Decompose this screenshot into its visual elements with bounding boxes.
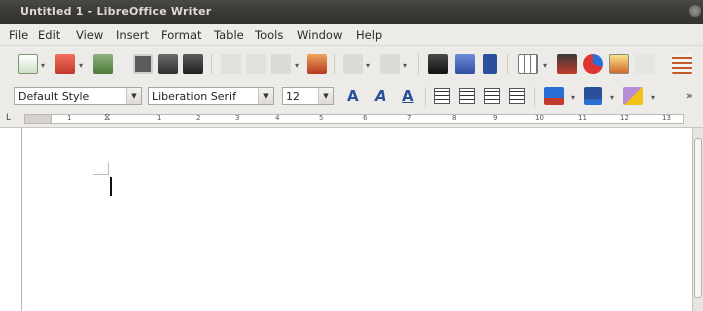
title-bar: Untitled 1 - LibreOffice Writer: [0, 0, 703, 24]
ruler-number: 13: [662, 114, 671, 122]
toolbar-separator: [418, 54, 419, 74]
ruler-number: 9: [493, 114, 498, 122]
chevron-down-icon[interactable]: ▼: [126, 88, 141, 104]
menu-tools[interactable]: Tools: [255, 28, 283, 42]
chevron-down-icon[interactable]: ▾: [543, 61, 547, 70]
print-preview-icon[interactable]: [183, 54, 203, 74]
spellcheck-icon[interactable]: [455, 54, 475, 74]
chevron-down-icon[interactable]: ▾: [79, 61, 83, 70]
document-area: [0, 128, 703, 311]
window-control-icon[interactable]: [689, 5, 701, 17]
text-boundary-corner: [108, 162, 109, 175]
ruler-number: 12: [620, 114, 629, 122]
ruler-left-margin: [24, 114, 52, 124]
navigator-icon[interactable]: [672, 54, 692, 74]
toolbar-separator: [534, 87, 535, 107]
chevron-down-icon[interactable]: ▼: [258, 88, 273, 104]
ruler-number: 2: [196, 114, 201, 122]
chevron-down-icon[interactable]: ▾: [651, 93, 655, 102]
save-icon[interactable]: [93, 54, 113, 74]
find-replace-icon[interactable]: [428, 54, 448, 74]
chevron-down-icon[interactable]: ▾: [610, 93, 614, 102]
open-folder-icon[interactable]: [55, 54, 75, 74]
text-boundary-corner: [93, 174, 109, 175]
align-left-button[interactable]: [434, 88, 450, 104]
chevron-down-icon[interactable]: ▾: [41, 61, 45, 70]
chevron-down-icon[interactable]: ▾: [571, 93, 575, 102]
justify-button[interactable]: [509, 88, 525, 104]
align-center-button[interactable]: [459, 88, 475, 104]
menu-view[interactable]: View: [76, 28, 103, 42]
ruler-number: 8: [452, 114, 457, 122]
menu-help[interactable]: Help: [356, 28, 382, 42]
ruler-number: 5: [319, 114, 324, 122]
font-size-select[interactable]: 12 ▼: [282, 87, 334, 105]
formatting-toolbar: Default Style ▼ Liberation Serif ▼ 12 ▼ …: [0, 82, 703, 110]
undo-icon[interactable]: [343, 54, 363, 74]
underline-button[interactable]: A: [402, 87, 414, 105]
horizontal-ruler[interactable]: L ⧖ 1 1 2 3 4 5 6 7 8 9 10 11 12 13: [0, 110, 703, 128]
font-name-select[interactable]: Liberation Serif ▼: [148, 87, 274, 105]
toolbar-separator: [507, 54, 508, 74]
window-title: Untitled 1 - LibreOffice Writer: [20, 5, 212, 18]
document-page[interactable]: [22, 128, 692, 311]
vertical-scrollbar[interactable]: [692, 128, 703, 311]
align-right-button[interactable]: [484, 88, 500, 104]
chevron-down-icon[interactable]: ▾: [366, 61, 370, 70]
ruler-number: 1: [157, 114, 162, 122]
standard-toolbar: ▾ ▾ ▾ ▾ ▾ ▾: [0, 46, 703, 82]
font-name-value: Liberation Serif: [152, 90, 236, 103]
menu-bar: File Edit View Insert Format Table Tools…: [0, 24, 703, 46]
menu-insert[interactable]: Insert: [116, 28, 149, 42]
draw-functions-icon[interactable]: [609, 54, 629, 74]
formatting-marks-icon[interactable]: [483, 54, 497, 74]
copy-icon[interactable]: [246, 54, 266, 74]
ruler-number: 11: [578, 114, 587, 122]
italic-button[interactable]: A: [375, 87, 387, 105]
paragraph-style-select[interactable]: Default Style ▼: [14, 87, 142, 105]
highlighting-icon[interactable]: [584, 87, 602, 105]
paste-icon[interactable]: [271, 54, 291, 74]
toolbar-separator: [425, 87, 426, 107]
insert-chart-icon[interactable]: [583, 54, 603, 74]
menu-table[interactable]: Table: [214, 28, 244, 42]
menu-file[interactable]: File: [9, 28, 28, 42]
clone-formatting-icon[interactable]: [307, 54, 327, 74]
menu-edit[interactable]: Edit: [38, 28, 60, 42]
text-cursor: [110, 177, 112, 196]
new-document-icon[interactable]: [18, 54, 38, 74]
toolbar-overflow-button[interactable]: »: [686, 89, 693, 102]
export-pdf-icon[interactable]: [133, 54, 153, 74]
insert-image-icon[interactable]: [557, 54, 577, 74]
toolbar-separator: [334, 54, 335, 74]
chevron-down-icon[interactable]: ▼: [318, 88, 333, 104]
cut-icon[interactable]: [221, 54, 241, 74]
paragraph-style-value: Default Style: [18, 90, 90, 103]
ruler-number: 7: [407, 114, 412, 122]
font-size-value: 12: [286, 90, 300, 103]
toolbar-separator: [211, 54, 212, 74]
ruler-number: 6: [363, 114, 368, 122]
scrollbar-thumb[interactable]: [694, 138, 702, 298]
bold-button[interactable]: A: [347, 87, 359, 105]
font-color-icon[interactable]: [544, 87, 564, 105]
ruler-number: 4: [275, 114, 280, 122]
background-color-icon[interactable]: [623, 87, 643, 105]
fontwork-icon[interactable]: [635, 54, 655, 74]
chevron-down-icon[interactable]: ▾: [295, 61, 299, 70]
menu-window[interactable]: Window: [297, 28, 342, 42]
ruler-number: 3: [235, 114, 240, 122]
document-gutter: [0, 128, 22, 311]
redo-icon[interactable]: [380, 54, 400, 74]
tab-stop-icon[interactable]: L: [6, 113, 11, 123]
menu-format[interactable]: Format: [161, 28, 202, 42]
print-icon[interactable]: [158, 54, 178, 74]
ruler-number: 10: [535, 114, 544, 122]
insert-table-icon[interactable]: [518, 54, 538, 74]
indent-marker-icon[interactable]: ⧖: [104, 113, 110, 123]
ruler-number: 1: [67, 114, 72, 122]
chevron-down-icon[interactable]: ▾: [403, 61, 407, 70]
